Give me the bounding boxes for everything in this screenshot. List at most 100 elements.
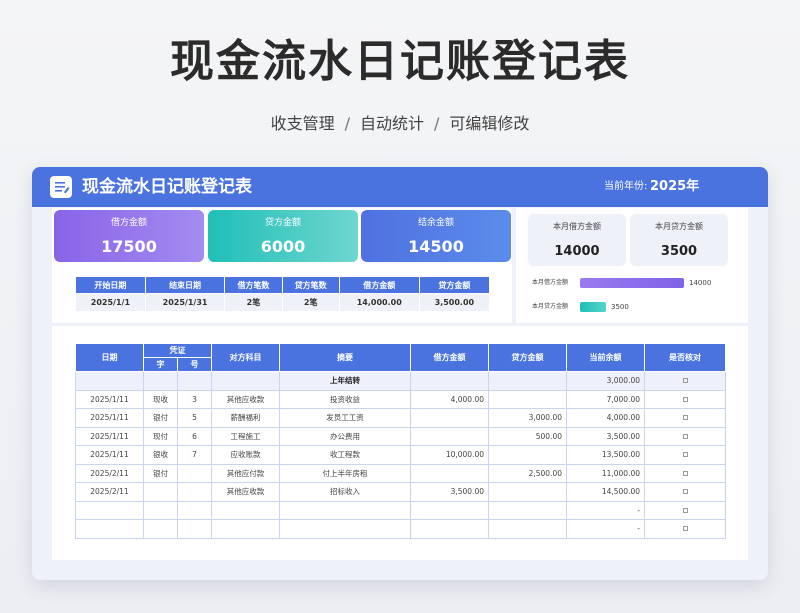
voucher-char-cell[interactable] <box>143 500 178 520</box>
checked-cell[interactable] <box>644 408 726 428</box>
debit-cell[interactable] <box>410 463 489 483</box>
balance-cell[interactable]: 3,000.00 <box>566 371 645 391</box>
checkbox[interactable] <box>682 470 688 476</box>
checked-cell[interactable] <box>644 371 726 391</box>
date-cell[interactable]: 2025/1/11 <box>75 408 144 428</box>
column-header-account: 对方科目 <box>211 343 280 372</box>
checked-cell[interactable] <box>644 426 726 446</box>
summary-cell[interactable] <box>279 519 411 539</box>
balance-cell[interactable]: - <box>566 519 645 539</box>
voucher-char-cell[interactable]: 银付 <box>143 408 178 428</box>
summary-cell[interactable]: 招标收入 <box>279 482 411 502</box>
date-cell[interactable]: 2025/2/11 <box>75 482 144 502</box>
balance-cell[interactable]: 7,000.00 <box>566 389 645 409</box>
end-date-cell[interactable]: 2025/1/31 <box>144 293 226 312</box>
summary-cell[interactable]: 收工程款 <box>279 445 411 465</box>
credit-cell[interactable]: 3,000.00 <box>488 408 567 428</box>
voucher-char-cell[interactable]: 现付 <box>143 426 178 446</box>
account-cell[interactable] <box>211 371 280 391</box>
account-cell[interactable]: 其他应收款 <box>211 389 280 409</box>
credit-cell[interactable] <box>488 371 567 391</box>
balance-cell[interactable]: 13,500.00 <box>566 445 645 465</box>
checkbox[interactable] <box>682 507 688 513</box>
summary-cell[interactable] <box>279 500 411 520</box>
summary-cell[interactable]: 付上半年房租 <box>279 463 411 483</box>
voucher-char-cell[interactable] <box>143 519 178 539</box>
monthly-panel: 本月借方金额 14000 本月贷方金额 3500 本月借方金额 14000 本月… <box>516 208 748 323</box>
voucher-char-cell[interactable]: 银收 <box>143 445 178 465</box>
voucher-num-cell[interactable]: 7 <box>177 445 212 465</box>
checkbox[interactable] <box>682 526 688 532</box>
balance-cell[interactable]: 14,500.00 <box>566 482 645 502</box>
debit-cell[interactable]: 4,000.00 <box>410 389 489 409</box>
debit-cell[interactable]: 10,000.00 <box>410 445 489 465</box>
summary-cell[interactable]: 发员工工资 <box>279 408 411 428</box>
credit-cell[interactable] <box>488 389 567 409</box>
debit-cell[interactable] <box>410 500 489 520</box>
checkbox[interactable] <box>682 378 688 384</box>
date-cell[interactable]: 2025/1/11 <box>75 445 144 465</box>
account-cell[interactable] <box>211 519 280 539</box>
date-cell[interactable] <box>75 371 144 391</box>
date-cell[interactable] <box>75 500 144 520</box>
debit-total-label: 借方金额 <box>110 218 147 228</box>
voucher-char-cell[interactable]: 现收 <box>143 389 178 409</box>
debit-cell[interactable] <box>410 426 489 446</box>
checked-cell[interactable] <box>644 482 726 502</box>
credit-cell[interactable] <box>488 482 567 502</box>
checkbox[interactable] <box>682 489 688 495</box>
voucher-num-cell[interactable] <box>177 500 212 520</box>
balance-cell[interactable]: - <box>566 500 645 520</box>
balance-card: 结余金额 14500 <box>361 210 511 262</box>
voucher-char-cell[interactable] <box>143 482 178 502</box>
voucher-num-cell[interactable]: 5 <box>177 408 212 428</box>
voucher-num-cell[interactable] <box>177 371 212 391</box>
voucher-num-cell[interactable]: 3 <box>177 389 212 409</box>
credit-cell[interactable]: 500.00 <box>488 426 567 446</box>
start-date-cell[interactable]: 2025/1/1 <box>75 293 146 312</box>
date-cell[interactable]: 2025/1/11 <box>75 426 144 446</box>
account-cell[interactable]: 薪酬福利 <box>211 408 280 428</box>
debit-cell[interactable] <box>410 408 489 428</box>
checked-cell[interactable] <box>644 463 726 483</box>
voucher-num-cell[interactable] <box>177 463 212 483</box>
column-header: 开始日期 <box>75 276 146 294</box>
year-value[interactable]: 2025年 <box>650 167 699 207</box>
voucher-num-cell[interactable] <box>177 519 212 539</box>
checkbox[interactable] <box>682 433 688 439</box>
checkbox[interactable] <box>682 396 688 402</box>
credit-cell[interactable] <box>488 519 567 539</box>
debit-cell[interactable]: 3,500.00 <box>410 482 489 502</box>
voucher-num-cell[interactable] <box>177 482 212 502</box>
summary-cell[interactable]: 上年结转 <box>279 371 411 391</box>
credit-cell[interactable]: 2,500.00 <box>488 463 567 483</box>
checkbox[interactable] <box>682 415 688 421</box>
voucher-num-cell[interactable]: 6 <box>177 426 212 446</box>
credit-cell[interactable] <box>488 500 567 520</box>
year-label: 当前年份: <box>604 181 648 192</box>
date-cell[interactable]: 2025/1/11 <box>75 389 144 409</box>
credit-cell[interactable] <box>488 445 567 465</box>
summary-cell[interactable]: 办公费用 <box>279 426 411 446</box>
monthly-credit-value: 3500 <box>660 244 698 259</box>
account-cell[interactable]: 工程施工 <box>211 426 280 446</box>
account-cell[interactable]: 其他应付款 <box>211 463 280 483</box>
voucher-char-cell[interactable]: 银付 <box>143 463 178 483</box>
voucher-char-cell[interactable] <box>143 371 178 391</box>
account-cell[interactable] <box>211 500 280 520</box>
account-cell[interactable]: 应收账款 <box>211 445 280 465</box>
checkbox[interactable] <box>682 452 688 458</box>
balance-cell[interactable]: 11,000.00 <box>566 463 645 483</box>
debit-cell[interactable] <box>410 519 489 539</box>
date-cell[interactable]: 2025/2/11 <box>75 463 144 483</box>
checked-cell[interactable] <box>644 500 726 520</box>
checked-cell[interactable] <box>644 519 726 539</box>
debit-cell[interactable] <box>410 371 489 391</box>
balance-cell[interactable]: 4,000.00 <box>566 408 645 428</box>
date-cell[interactable] <box>75 519 144 539</box>
checked-cell[interactable] <box>644 445 726 465</box>
summary-cell[interactable]: 投资收益 <box>279 389 411 409</box>
account-cell[interactable]: 其他应收款 <box>211 482 280 502</box>
checked-cell[interactable] <box>644 389 726 409</box>
balance-cell[interactable]: 3,500.00 <box>566 426 645 446</box>
